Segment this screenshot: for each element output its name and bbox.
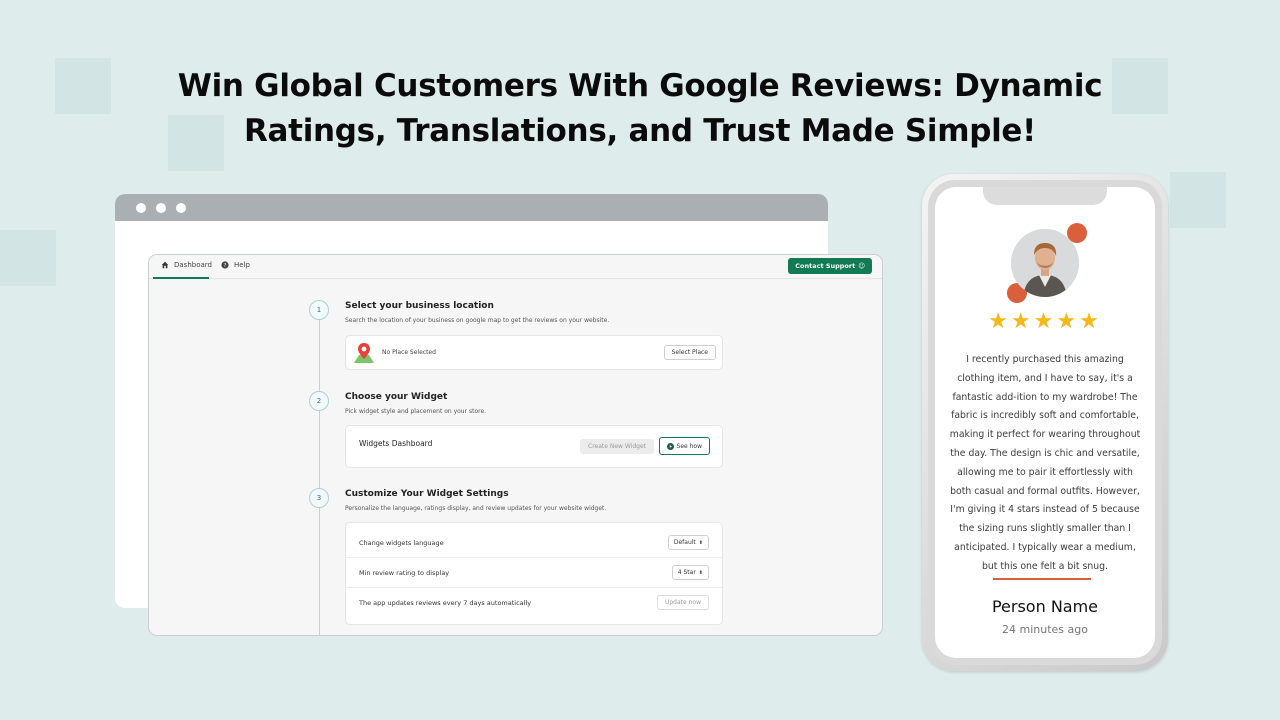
background-tile bbox=[1170, 172, 1226, 228]
accent-divider bbox=[993, 578, 1091, 580]
see-how-button[interactable]: See how bbox=[658, 437, 710, 455]
language-value: Default bbox=[673, 539, 696, 546]
step-number-3: 3 bbox=[309, 488, 329, 508]
step-3-description: Personalize the language, ratings displa… bbox=[345, 505, 607, 512]
app-panel: Dashboard ? Help Contact Support ☺ 1 Sel… bbox=[148, 254, 883, 636]
tab-help-label: Help bbox=[234, 261, 250, 269]
person-photo-icon bbox=[1011, 229, 1079, 297]
settings-row-rating: Min review rating to display 4 Star ⬍ bbox=[346, 558, 722, 588]
rating-label: Min review rating to display bbox=[359, 569, 450, 577]
headline: Win Global Customers With Google Reviews… bbox=[0, 64, 1280, 154]
step-timeline bbox=[319, 309, 320, 635]
step-number-2: 2 bbox=[309, 391, 329, 411]
help-icon: ? bbox=[221, 261, 229, 269]
step-2-description: Pick widget style and placement on your … bbox=[345, 408, 487, 415]
update-now-button[interactable]: Update now bbox=[656, 595, 709, 610]
create-new-widget-button[interactable]: Create New Widget bbox=[580, 439, 654, 454]
map-pin-icon bbox=[354, 343, 374, 363]
step-1-title: Select your business location bbox=[345, 301, 494, 311]
reviewer-avatar-group bbox=[1007, 223, 1087, 303]
reviewer-name: Person Name bbox=[991, 597, 1099, 616]
background-tile bbox=[0, 230, 56, 286]
star-rating: ★★★★★ bbox=[988, 309, 1102, 334]
rating-value: 4 Star bbox=[677, 569, 696, 576]
svg-text:?: ? bbox=[224, 263, 227, 269]
step-1-description: Search the location of your business on … bbox=[345, 317, 610, 324]
place-card: No Place Selected Select Place bbox=[345, 335, 723, 370]
language-label: Change widgets language bbox=[359, 539, 444, 547]
app-navigation: Dashboard ? Help Contact Support ☺ bbox=[149, 255, 882, 279]
settings-row-language: Change widgets language Default ⬍ bbox=[346, 528, 722, 558]
play-icon bbox=[666, 442, 674, 450]
chevron-up-down-icon: ⬍ bbox=[698, 539, 703, 546]
place-status: No Place Selected bbox=[382, 349, 436, 356]
chevron-up-down-icon: ⬍ bbox=[698, 569, 703, 576]
review-text: I recently purchased this amazing clothi… bbox=[949, 354, 1141, 572]
tab-dashboard[interactable]: Dashboard bbox=[161, 261, 212, 269]
widgets-dashboard-title: Widgets Dashboard bbox=[359, 439, 433, 448]
headline-line-1: Win Global Customers With Google Reviews… bbox=[177, 68, 1103, 104]
contact-support-label: Contact Support bbox=[795, 262, 856, 270]
avatar bbox=[1011, 229, 1079, 297]
language-select[interactable]: Default ⬍ bbox=[667, 535, 709, 550]
phone-mockup: ★★★★★ I recently purchased this amazing … bbox=[922, 174, 1168, 671]
select-place-button[interactable]: Select Place bbox=[663, 345, 716, 360]
home-icon bbox=[161, 261, 169, 269]
rating-select[interactable]: 4 Star ⬍ bbox=[671, 565, 709, 580]
headline-line-2: Ratings, Translations, and Trust Made Si… bbox=[243, 113, 1036, 149]
browser-title-bar bbox=[115, 194, 828, 221]
review-timestamp: 24 minutes ago bbox=[1002, 623, 1088, 636]
widgets-card: Widgets Dashboard Create New Widget See … bbox=[345, 425, 723, 468]
window-dot-icon bbox=[156, 203, 166, 213]
step-number-1: 1 bbox=[309, 300, 329, 320]
tab-dashboard-label: Dashboard bbox=[174, 261, 212, 269]
update-label: The app updates reviews every 7 days aut… bbox=[359, 599, 532, 607]
window-dot-icon bbox=[136, 203, 146, 213]
settings-row-update: The app updates reviews every 7 days aut… bbox=[346, 588, 722, 618]
tab-help[interactable]: ? Help bbox=[221, 261, 250, 269]
see-how-label: See how bbox=[676, 442, 702, 450]
phone-bezel: ★★★★★ I recently purchased this amazing … bbox=[928, 180, 1162, 665]
settings-card: Change widgets language Default ⬍ Min re… bbox=[345, 522, 723, 625]
contact-support-button[interactable]: Contact Support ☺ bbox=[788, 258, 872, 274]
phone-notch bbox=[983, 187, 1107, 205]
step-2-title: Choose your Widget bbox=[345, 392, 448, 402]
step-3-title: Customize Your Widget Settings bbox=[345, 489, 509, 499]
active-tab-indicator bbox=[153, 277, 209, 279]
smile-emoji-icon: ☺ bbox=[858, 262, 865, 270]
window-dot-icon bbox=[176, 203, 186, 213]
phone-screen: ★★★★★ I recently purchased this amazing … bbox=[935, 187, 1155, 658]
